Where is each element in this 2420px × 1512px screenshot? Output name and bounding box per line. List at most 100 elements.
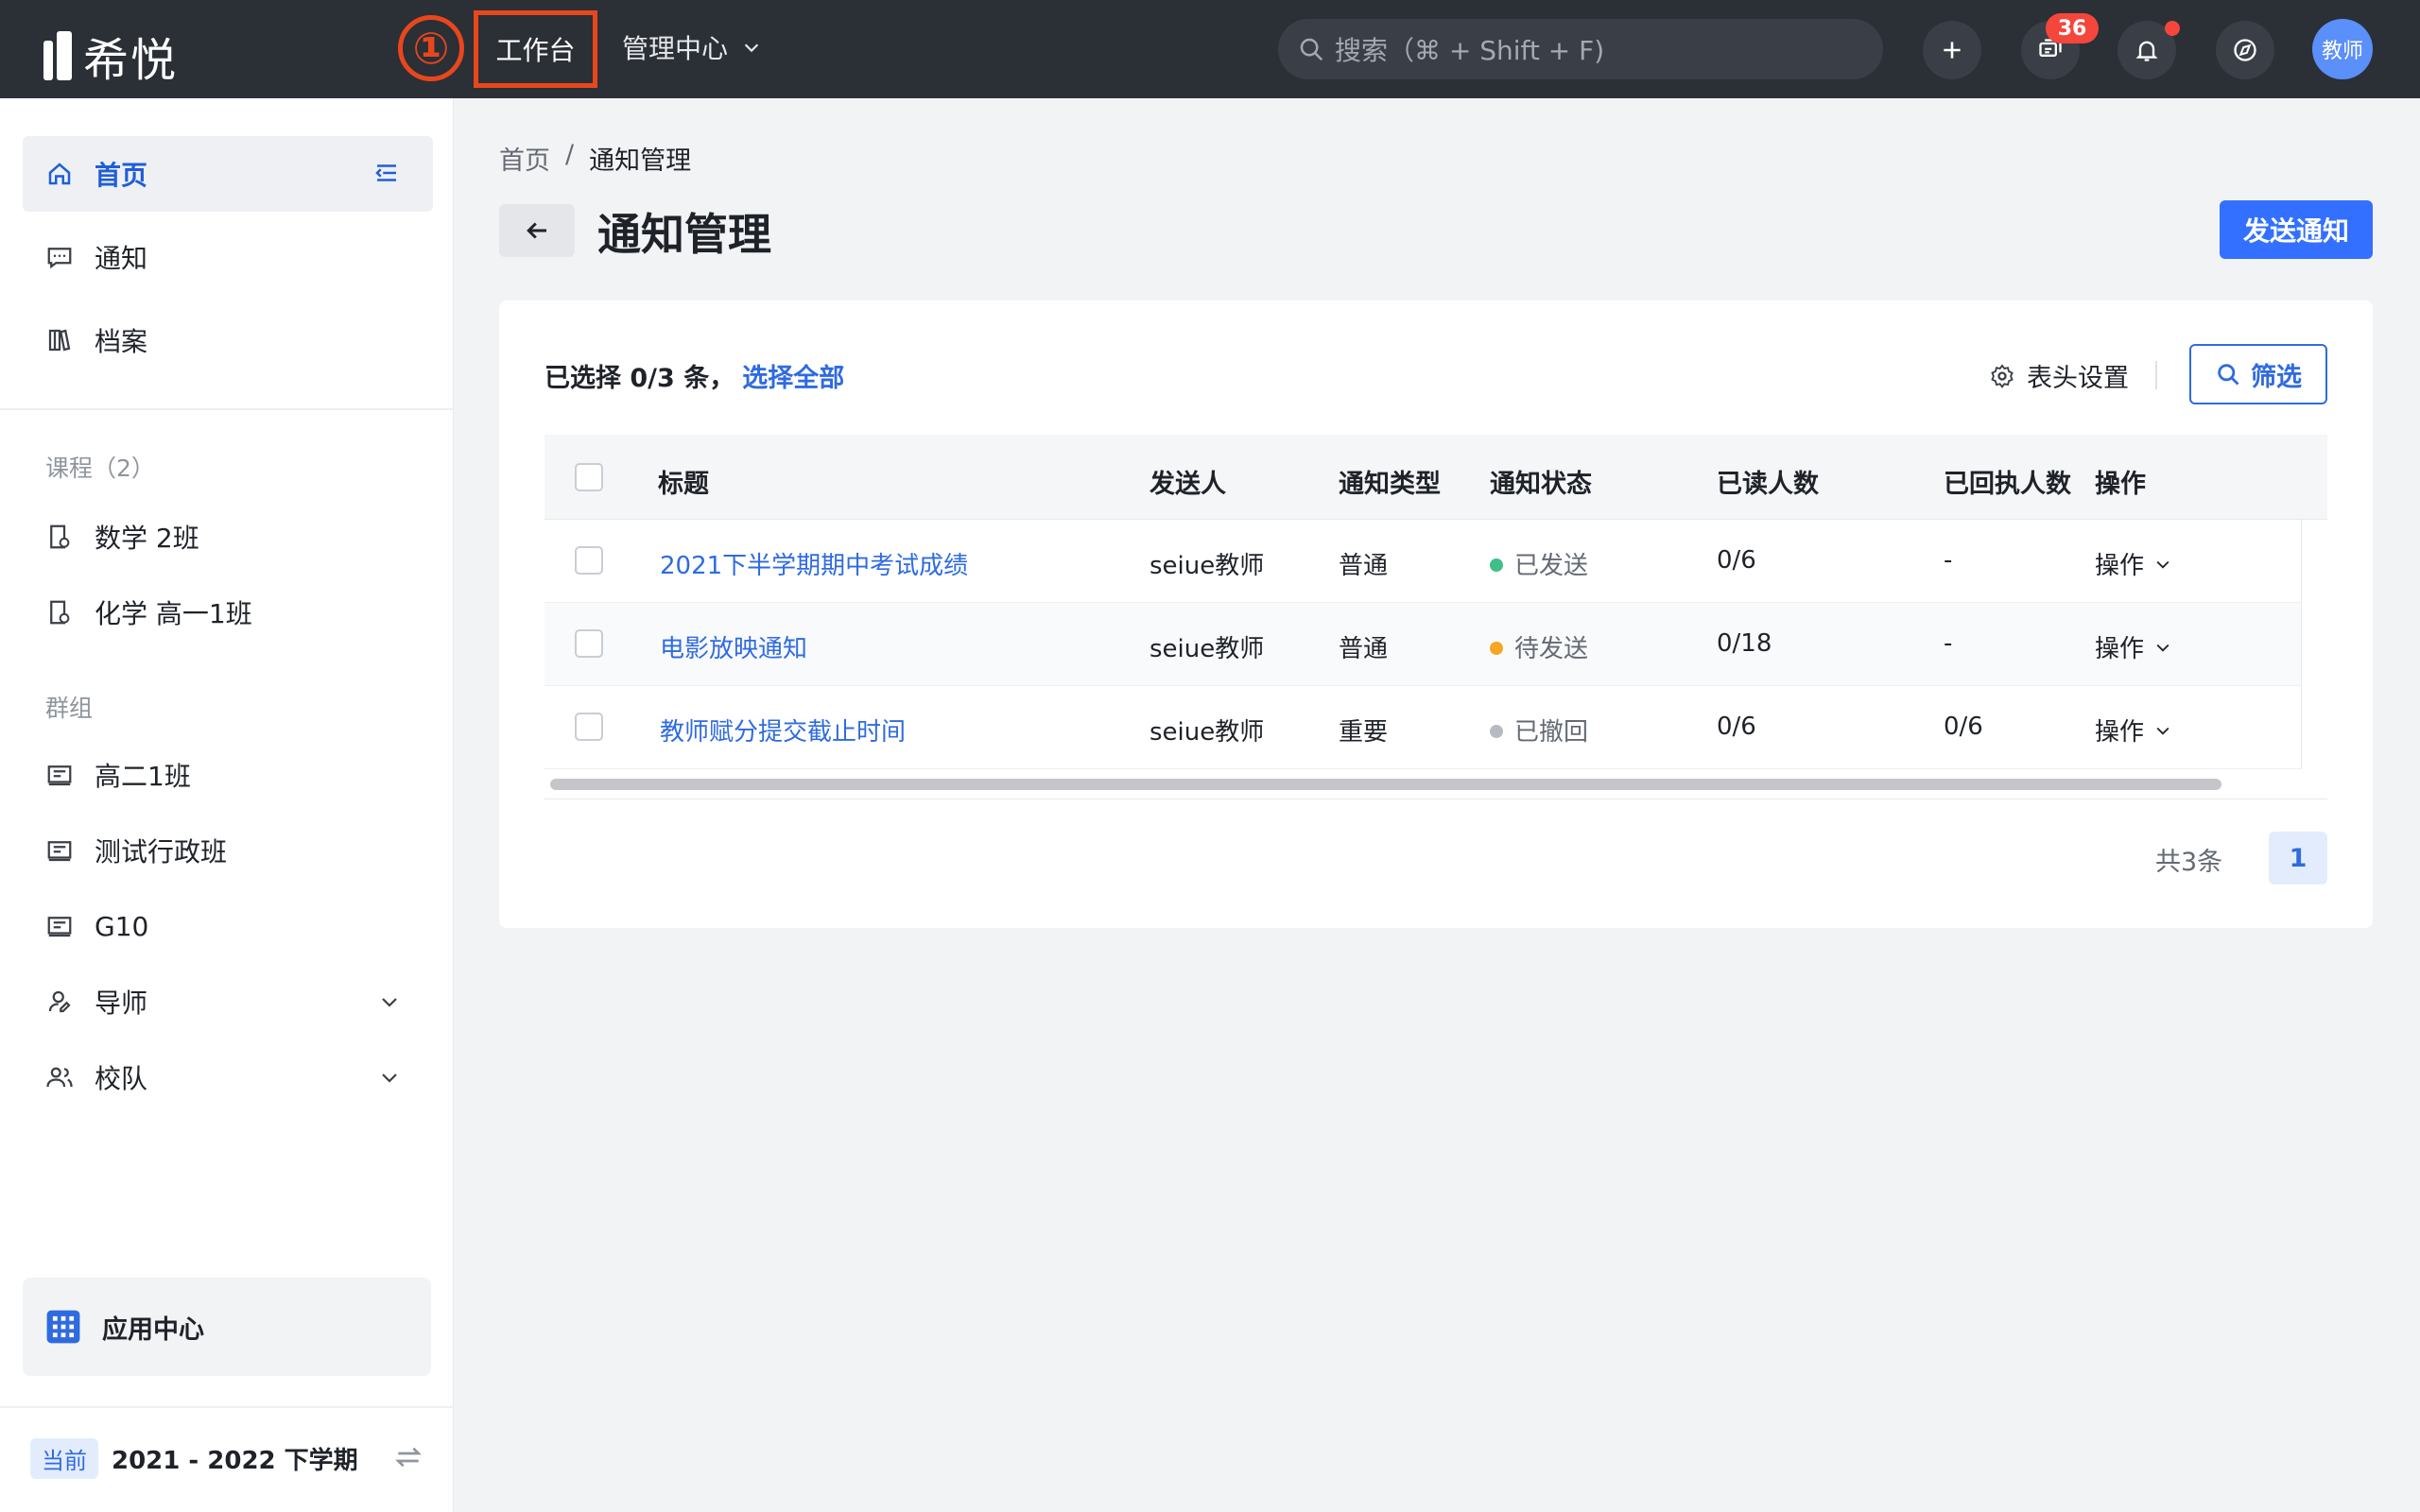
read-count-cell: 0/18: [1717, 629, 1772, 658]
nav-workbench[interactable]: 工作台: [474, 10, 597, 88]
row-action-dropdown[interactable]: 操作: [2095, 713, 2172, 747]
breadcrumb: 首页 / 通知管理: [499, 140, 691, 177]
sidebar-item-group[interactable]: G10: [23, 888, 433, 964]
action-label: 操作: [2095, 552, 2145, 580]
filter-button[interactable]: 筛选: [2189, 344, 2327, 404]
read-count-cell: 0/6: [1717, 713, 1756, 741]
header-settings-label: 表头设置: [2027, 364, 2129, 393]
status-dot: [1490, 724, 1503, 738]
toolbar-divider: [2155, 361, 2157, 389]
header-settings-button[interactable]: 表头设置: [1989, 357, 2129, 394]
horizontal-scrollbar[interactable]: [544, 769, 2327, 799]
row-action-dropdown[interactable]: 操作: [2095, 629, 2172, 664]
send-notice-button[interactable]: 发送通知: [2220, 200, 2373, 259]
breadcrumb-separator: /: [565, 140, 575, 169]
sidebar-item-home[interactable]: 首页: [23, 136, 433, 212]
sidebar-item-team[interactable]: 校队: [23, 1040, 433, 1115]
sidebar-item-label: 通知: [95, 243, 148, 274]
pagination-page-1[interactable]: 1: [2269, 832, 2327, 885]
home-icon: [48, 163, 71, 185]
swap-icon[interactable]: [393, 1442, 424, 1472]
column-header: 已回执人数: [1944, 470, 2071, 499]
sidebar-item-group[interactable]: 测试行政班: [23, 813, 433, 888]
notice-title-link[interactable]: 电影放映通知: [660, 629, 807, 664]
status-dot: [1490, 641, 1503, 655]
group-icon: [47, 765, 72, 786]
type-cell: 普通: [1339, 552, 1389, 580]
chevron-down-icon: [382, 1074, 397, 1083]
row-checkbox[interactable]: [575, 713, 603, 741]
breadcrumb-home[interactable]: 首页: [499, 140, 550, 177]
current-term-tag: 当前: [30, 1438, 98, 1479]
notice-title-link[interactable]: 教师赋分提交截止时间: [660, 713, 906, 747]
select-all-checkbox[interactable]: [575, 463, 603, 491]
table-row[interactable]: 电影放映通知 seiue教师 普通 待发送 0/18 - 操作: [544, 603, 2301, 686]
filter-label: 筛选: [2251, 362, 2302, 392]
app-center-button[interactable]: 应用中心: [23, 1278, 431, 1376]
sender-cell: seiue教师: [1150, 635, 1265, 663]
receipt-count-cell: 0/6: [1944, 713, 1983, 741]
sender-cell: seiue教师: [1150, 718, 1265, 747]
add-button[interactable]: [1923, 21, 1981, 79]
grid-apps-icon: [46, 1310, 80, 1344]
back-button[interactable]: [499, 204, 575, 257]
sidebar-item-label: G10: [95, 910, 149, 942]
nav-management-center[interactable]: 管理中心: [622, 28, 762, 66]
sidebar-divider: [0, 408, 454, 410]
step-number-marker: ①: [398, 15, 464, 81]
sidebar-item-notice[interactable]: 通知: [23, 219, 433, 295]
gear-icon: [1991, 363, 2014, 388]
arrow-left-icon: [527, 222, 546, 239]
sidebar-item-label: 档案: [95, 326, 148, 357]
table-row[interactable]: 2021下半学期期中考试成绩 seiue教师 普通 已发送 0/6 - 操作: [544, 520, 2301, 603]
sidebar-item-course[interactable]: 数学 2班: [23, 499, 433, 575]
status-label: 已发送: [1514, 552, 1589, 580]
chevron-down-icon: [2156, 644, 2169, 652]
sidebar-item-archive[interactable]: 档案: [23, 302, 433, 378]
mentor-icon: [48, 990, 71, 1013]
user-avatar[interactable]: 教师: [2312, 19, 2373, 79]
sidebar-item-mentor[interactable]: 导师: [23, 964, 433, 1040]
brand-name: 希悦: [83, 34, 179, 87]
chevron-down-icon: [2156, 727, 2169, 735]
term-selector[interactable]: 当前 2021 - 2022 下学期: [30, 1438, 358, 1479]
sender-cell: seiue教师: [1150, 552, 1265, 580]
action-label: 操作: [2095, 635, 2145, 663]
nav-management-label: 管理中心: [622, 33, 729, 64]
plus-icon: [1944, 42, 1961, 59]
selection-count: 已选择 0/3 条，: [544, 364, 735, 393]
receipt-count-cell: -: [1944, 546, 1953, 575]
breadcrumb-current: 通知管理: [589, 146, 692, 176]
status-label: 待发送: [1514, 635, 1589, 663]
row-checkbox[interactable]: [575, 546, 603, 575]
row-checkbox[interactable]: [575, 629, 603, 658]
group-icon: [47, 841, 72, 862]
bell-icon: [2135, 41, 2158, 61]
select-all-link[interactable]: 选择全部: [742, 357, 844, 394]
sidebar-item-label: 高二1班: [95, 761, 191, 792]
sidebar-item-label: 导师: [95, 988, 148, 1019]
column-header: 已读人数: [1717, 470, 1819, 499]
chevron-down-icon: [2156, 560, 2169, 569]
page-title: 通知管理: [597, 209, 771, 260]
courses-section-title: 课程（2）: [45, 455, 155, 482]
brand-logo[interactable]: 希悦: [42, 23, 178, 89]
term-label: 2021 - 2022 下学期: [112, 1447, 358, 1475]
notice-title-link[interactable]: 2021下半学期期中考试成绩: [660, 546, 968, 581]
table-row[interactable]: 教师赋分提交截止时间 seiue教师 重要 已撤回 0/6 0/6 操作: [544, 686, 2301, 769]
status-cell: 待发送: [1490, 629, 1588, 664]
row-action-dropdown[interactable]: 操作: [2095, 546, 2172, 581]
app-switch-button[interactable]: [2216, 21, 2274, 79]
horizontal-scrollbar-thumb[interactable]: [550, 779, 2221, 790]
global-search-input[interactable]: 搜索（⌘ + Shift + F): [1278, 19, 1883, 79]
sidebar-item-course[interactable]: 化学 高一1班: [23, 575, 433, 650]
sidebar-item-label: 数学 2班: [95, 523, 199, 554]
vertical-scrollbar[interactable]: [2301, 520, 2327, 769]
users-icon: [46, 1067, 73, 1088]
sidebar-item-group[interactable]: 高二1班: [23, 737, 433, 813]
total-count: 共3条: [2155, 848, 2223, 877]
collapse-menu-icon[interactable]: [372, 159, 401, 187]
message-count-badge: 36: [2046, 13, 2099, 43]
action-label: 操作: [2095, 718, 2145, 747]
table-header: 标题 发送人 通知类型 通知状态 已读人数 已回执人数 操作: [544, 435, 2327, 520]
